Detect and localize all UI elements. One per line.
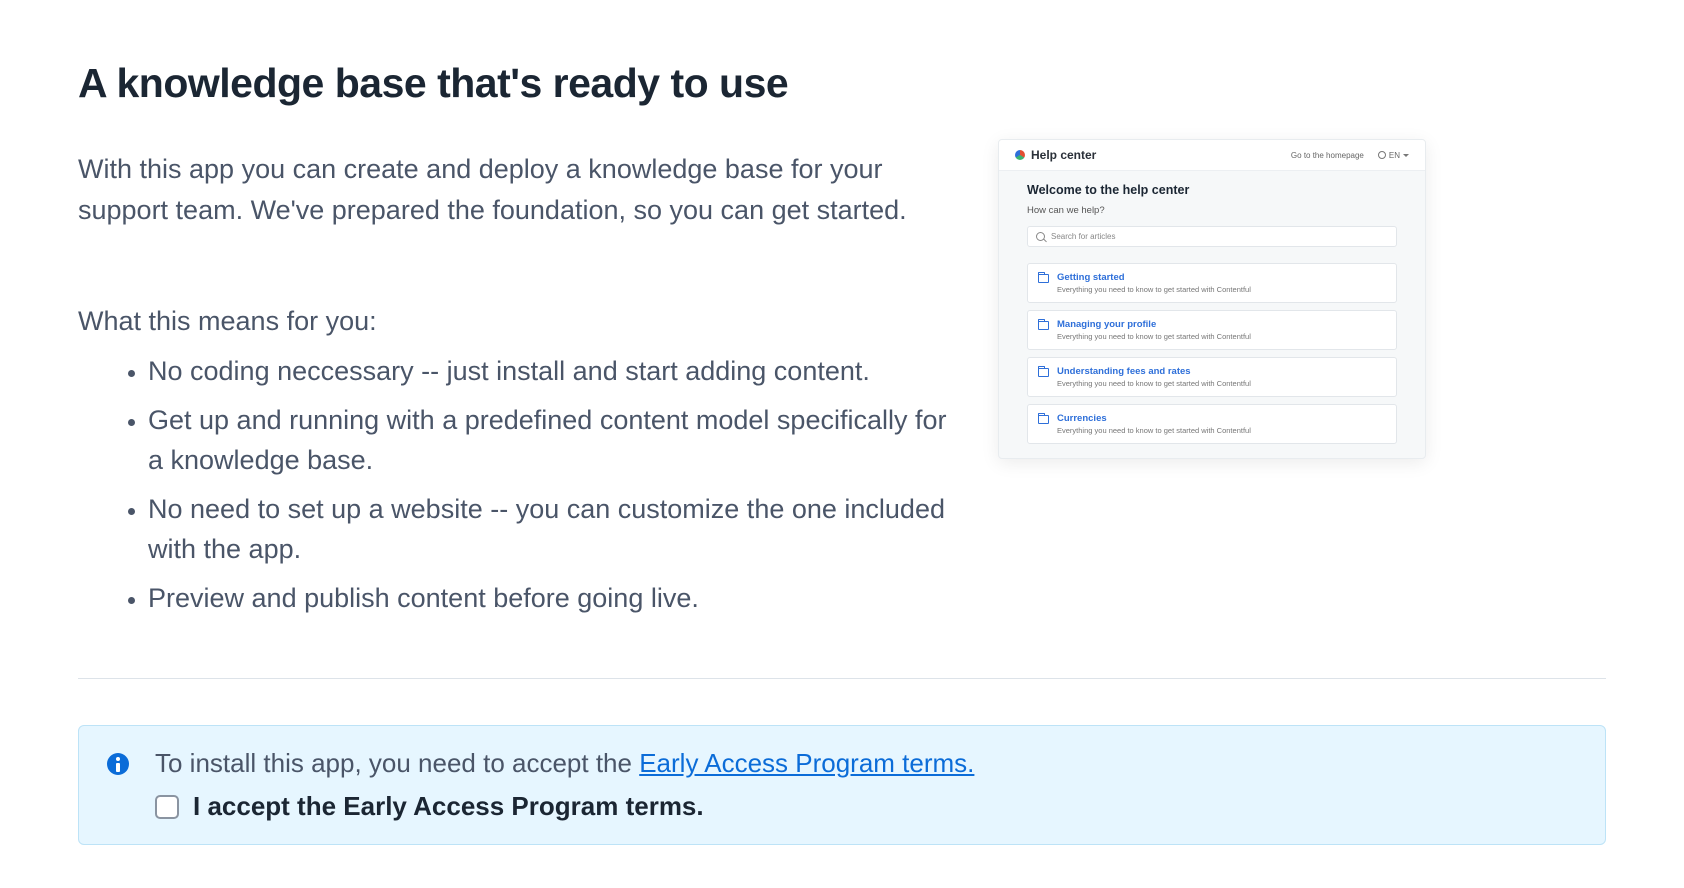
folder-icon	[1038, 415, 1049, 424]
preview-body: Welcome to the help center How can we he…	[999, 171, 1425, 444]
preview-card-title: Managing your profile	[1057, 319, 1251, 330]
preview-card-description: Everything you need to know to get start…	[1057, 426, 1251, 435]
preview-search-input: Search for articles	[1027, 226, 1397, 247]
preview-topbar-right: Go to the homepage EN	[1291, 151, 1409, 160]
preview-card-description: Everything you need to know to get start…	[1057, 379, 1251, 388]
terms-text-prefix: To install this app, you need to accept …	[155, 748, 639, 778]
help-center-preview: Help center Go to the homepage EN Welcom…	[998, 139, 1426, 459]
preview-card-title: Getting started	[1057, 272, 1251, 283]
preview-search-placeholder: Search for articles	[1051, 232, 1115, 241]
preview-card-title: Currencies	[1057, 413, 1251, 424]
search-icon	[1036, 232, 1045, 241]
preview-logo: Help center	[1015, 148, 1096, 162]
chevron-down-icon	[1403, 154, 1409, 157]
folder-icon	[1038, 368, 1049, 377]
means-for-you-label: What this means for you:	[78, 306, 948, 337]
preview-language-label: EN	[1389, 151, 1400, 160]
list-item: Get up and running with a predefined con…	[148, 400, 948, 481]
intro-paragraph: With this app you can create and deploy …	[78, 149, 948, 230]
preview-category-card: Managing your profile Everything you nee…	[1027, 310, 1397, 350]
folder-icon	[1038, 274, 1049, 283]
globe-icon	[1378, 151, 1386, 159]
preview-card-description: Everything you need to know to get start…	[1057, 332, 1251, 341]
preview-welcome-heading: Welcome to the help center	[1027, 183, 1397, 197]
preview-topbar: Help center Go to the homepage EN	[999, 140, 1425, 171]
folder-icon	[1038, 321, 1049, 330]
upper-section: With this app you can create and deploy …	[78, 149, 1606, 626]
accept-terms-row[interactable]: I accept the Early Access Program terms.	[155, 791, 1577, 822]
preview-language-selector: EN	[1378, 151, 1409, 160]
accept-terms-checkbox[interactable]	[155, 795, 179, 819]
eap-terms-link[interactable]: Early Access Program terms.	[639, 748, 974, 778]
accept-terms-label: I accept the Early Access Program terms.	[193, 791, 704, 822]
terms-info-box: To install this app, you need to accept …	[78, 725, 1606, 845]
list-item: Preview and publish content before going…	[148, 578, 948, 619]
terms-info-body: To install this app, you need to accept …	[155, 748, 1577, 822]
page-title: A knowledge base that's ready to use	[78, 60, 1606, 107]
preview-card-description: Everything you need to know to get start…	[1057, 285, 1251, 294]
preview-category-card: Getting started Everything you need to k…	[1027, 263, 1397, 303]
info-icon	[107, 753, 129, 775]
preview-subheading: How can we help?	[1027, 205, 1397, 216]
preview-category-card: Understanding fees and rates Everything …	[1027, 357, 1397, 397]
preview-category-card: Currencies Everything you need to know t…	[1027, 404, 1397, 444]
list-item: No need to set up a website -- you can c…	[148, 489, 948, 570]
preview-homepage-link: Go to the homepage	[1291, 151, 1364, 160]
logo-mark-icon	[1015, 150, 1025, 160]
preview-card-title: Understanding fees and rates	[1057, 366, 1251, 377]
feature-bullet-list: No coding neccessary -- just install and…	[78, 351, 948, 618]
preview-app-title: Help center	[1031, 148, 1096, 162]
description-column: With this app you can create and deploy …	[78, 149, 948, 626]
terms-info-text: To install this app, you need to accept …	[155, 748, 1577, 779]
list-item: No coding neccessary -- just install and…	[148, 351, 948, 392]
section-divider	[78, 678, 1606, 679]
